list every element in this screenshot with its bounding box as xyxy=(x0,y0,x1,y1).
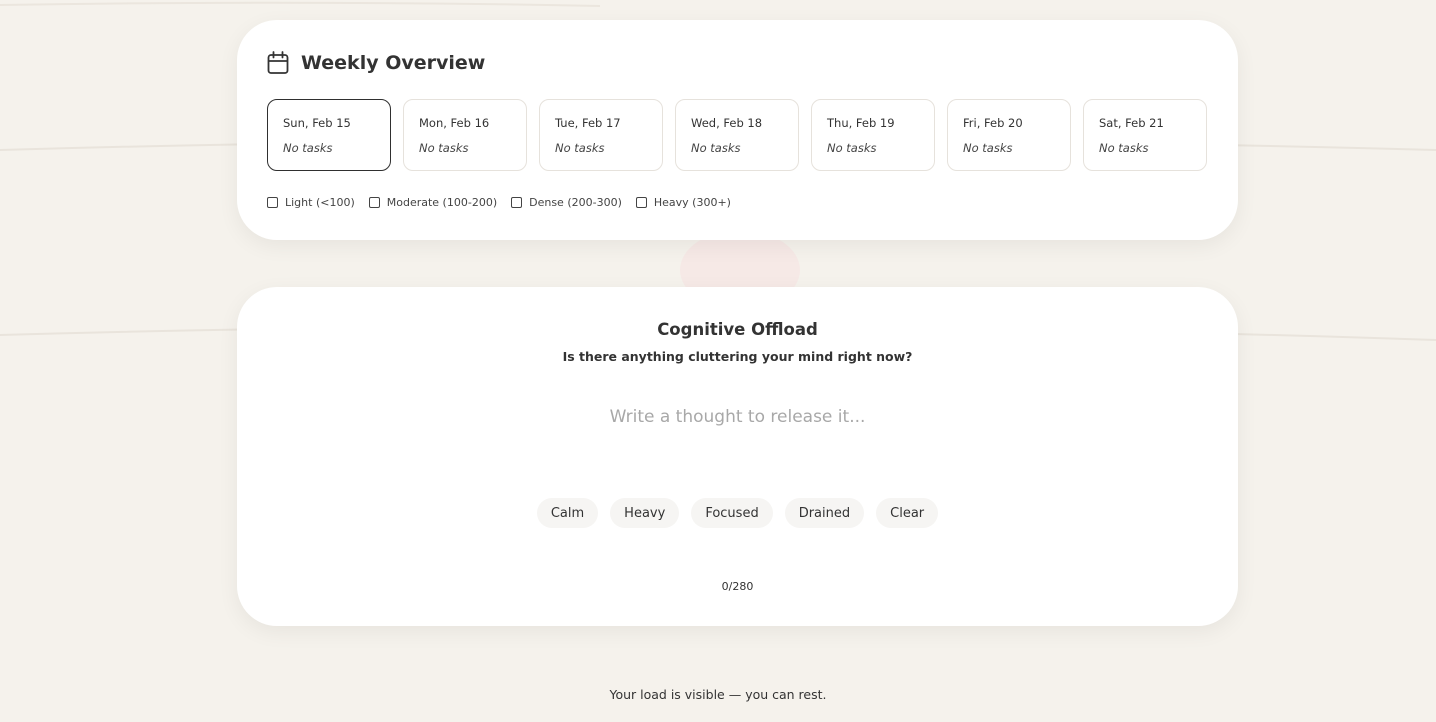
mood-chip-drained[interactable]: Drained xyxy=(784,498,865,528)
legend-label-heavy: Heavy (300+) xyxy=(653,196,731,209)
mood-chip-list: Calm Heavy Focused Drained Clear xyxy=(237,498,1238,528)
calendar-icon xyxy=(267,51,289,74)
day-label: Tue, Feb 17 xyxy=(555,116,621,130)
legend-item-moderate[interactable]: Moderate (100-200) xyxy=(368,196,498,209)
day-label: Sun, Feb 15 xyxy=(283,116,351,130)
mood-chip-heavy[interactable]: Heavy xyxy=(610,498,680,528)
day-task-status: No tasks xyxy=(283,141,333,155)
day-label: Thu, Feb 19 xyxy=(827,116,895,130)
legend-item-dense[interactable]: Dense (200-300) xyxy=(511,196,622,209)
day-card-sat[interactable]: Sat, Feb 21 No tasks xyxy=(1083,99,1207,171)
day-card-fri[interactable]: Fri, Feb 20 No tasks xyxy=(947,99,1071,171)
day-task-status: No tasks xyxy=(1099,141,1149,155)
offload-title: Cognitive Offload xyxy=(657,320,818,339)
day-card-thu[interactable]: Thu, Feb 19 No tasks xyxy=(811,99,935,171)
day-list: Sun, Feb 15 No tasks Mon, Feb 16 No task… xyxy=(267,99,1207,171)
legend-checkbox-moderate[interactable] xyxy=(368,197,380,208)
legend-item-heavy[interactable]: Heavy (300+) xyxy=(635,196,731,209)
mood-chip-focused[interactable]: Focused xyxy=(691,498,773,528)
day-label: Sat, Feb 21 xyxy=(1099,116,1164,130)
legend-item-light[interactable]: Light (<100) xyxy=(267,196,355,209)
day-card-sun[interactable]: Sun, Feb 15 No tasks xyxy=(267,99,391,171)
legend-label-dense: Dense (200-300) xyxy=(529,196,622,209)
cognitive-offload-card: Cognitive Offload Is there anything clut… xyxy=(237,287,1238,626)
day-task-status: No tasks xyxy=(827,141,877,155)
mood-chip-clear[interactable]: Clear xyxy=(876,498,939,528)
day-label: Fri, Feb 20 xyxy=(963,116,1023,130)
legend-checkbox-light[interactable] xyxy=(267,197,278,208)
weekly-overview-card: Weekly Overview Sun, Feb 15 No tasks Mon… xyxy=(237,20,1238,240)
mood-chip-calm[interactable]: Calm xyxy=(536,498,599,528)
legend-checkbox-dense[interactable] xyxy=(511,197,523,208)
weekly-overview-title: Weekly Overview xyxy=(301,52,486,74)
day-card-mon[interactable]: Mon, Feb 16 No tasks xyxy=(403,99,527,171)
day-task-status: No tasks xyxy=(963,141,1013,155)
day-card-tue[interactable]: Tue, Feb 17 No tasks xyxy=(539,99,663,171)
offload-subtitle: Is there anything cluttering your mind r… xyxy=(562,349,913,364)
day-label: Wed, Feb 18 xyxy=(691,116,763,130)
day-card-wed[interactable]: Wed, Feb 18 No tasks xyxy=(675,99,799,171)
day-label: Mon, Feb 16 xyxy=(419,116,490,130)
day-task-status: No tasks xyxy=(555,141,605,155)
weekly-overview-header: Weekly Overview xyxy=(267,51,485,75)
footer-message: Your load is visible — you can rest. xyxy=(609,687,827,702)
day-task-status: No tasks xyxy=(419,141,469,155)
legend-label-moderate: Moderate (100-200) xyxy=(386,196,498,209)
thought-input[interactable] xyxy=(487,399,988,435)
load-legend: Light (<100) Moderate (100-200) Dense (2… xyxy=(267,196,731,209)
legend-checkbox-heavy[interactable] xyxy=(635,197,647,208)
character-counter: 0/280 xyxy=(721,580,754,593)
day-task-status: No tasks xyxy=(691,141,741,155)
legend-label-light: Light (<100) xyxy=(285,196,355,209)
